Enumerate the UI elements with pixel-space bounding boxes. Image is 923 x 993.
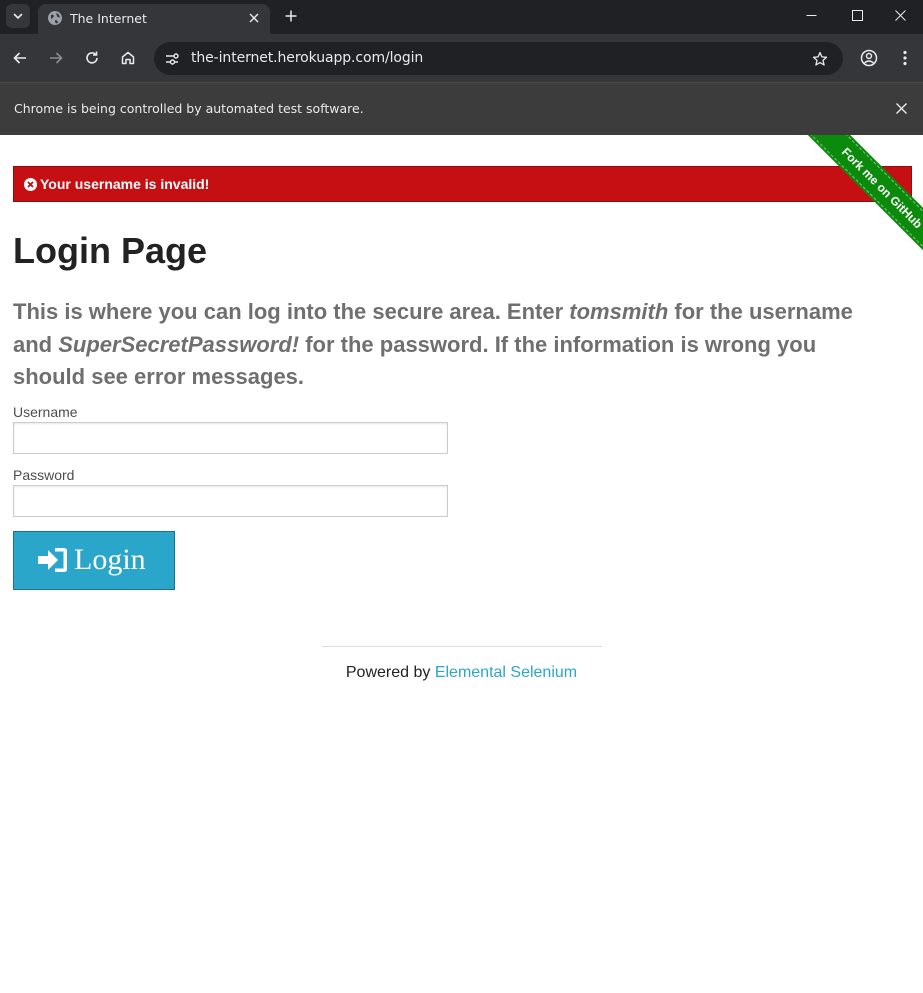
- maximize-button[interactable]: [834, 0, 880, 30]
- error-circle-icon: [24, 178, 37, 191]
- arrow-left-icon: [13, 52, 26, 64]
- close-icon: [895, 102, 907, 114]
- tab-search-button[interactable]: [6, 4, 30, 28]
- login-button-label: Login: [74, 543, 146, 576]
- star-icon: [812, 51, 828, 66]
- bookmark-button[interactable]: [810, 49, 830, 69]
- tune-icon: [166, 53, 179, 65]
- address-bar[interactable]: the-internet.herokuapp.com/login: [154, 42, 843, 75]
- minimize-icon: [806, 14, 816, 16]
- github-ribbon-band[interactable]: Fork me on GitHub: [805, 135, 923, 265]
- close-icon: [894, 9, 906, 21]
- close-window-button[interactable]: [877, 0, 923, 30]
- chevron-down-icon: [13, 13, 23, 20]
- tab-close-button[interactable]: [246, 10, 262, 26]
- back-button[interactable]: [8, 46, 32, 70]
- tab-strip: The Internet: [0, 0, 923, 34]
- flash-error-message: Your username is invalid!: [13, 166, 912, 202]
- profile-button[interactable]: [857, 46, 881, 70]
- subheader-password: SuperSecretPassword!: [58, 331, 300, 357]
- footer-divider: [322, 646, 602, 647]
- forward-button[interactable]: [44, 46, 68, 70]
- home-button[interactable]: [116, 46, 140, 70]
- subheader-text: This is where you can log into the secur…: [13, 299, 570, 324]
- github-ribbon[interactable]: Fork me on GitHub: [793, 135, 923, 265]
- flash-text: Your username is invalid!: [40, 176, 210, 192]
- plus-icon: [285, 10, 297, 22]
- url-text[interactable]: the-internet.herokuapp.com/login: [191, 50, 423, 66]
- page-title: Login Page: [13, 230, 208, 271]
- globe-icon: [48, 11, 62, 25]
- username-input[interactable]: [13, 422, 448, 454]
- elemental-selenium-link[interactable]: Elemental Selenium: [435, 664, 577, 681]
- more-vert-icon: [903, 50, 907, 66]
- ribbon-text[interactable]: Fork me on GitHub: [839, 145, 923, 231]
- new-tab-button[interactable]: [280, 5, 302, 27]
- minimize-button[interactable]: [788, 0, 834, 30]
- reload-button[interactable]: [80, 46, 104, 70]
- tab-title: The Internet: [70, 11, 147, 26]
- page-footer: Powered by Elemental Selenium: [0, 664, 923, 682]
- reload-icon: [86, 51, 98, 64]
- close-icon: [249, 13, 259, 23]
- page-subheader: This is where you can log into the secur…: [13, 296, 893, 394]
- maximize-icon: [851, 9, 863, 21]
- subheader-username: tomsmith: [569, 299, 669, 324]
- infobar-text: Chrome is being controlled by automated …: [14, 101, 364, 116]
- sign-in-icon: [38, 548, 67, 572]
- login-button[interactable]: Login: [13, 531, 175, 590]
- arrow-right-icon: [50, 52, 63, 64]
- browser-tab[interactable]: The Internet: [38, 4, 270, 34]
- menu-button[interactable]: [893, 46, 917, 70]
- site-info-button[interactable]: [162, 49, 182, 69]
- infobar-close-button[interactable]: [893, 100, 909, 116]
- home-icon: [121, 51, 135, 65]
- footer-prefix: Powered by: [345, 664, 435, 681]
- username-label: Username: [13, 404, 78, 420]
- automation-infobar: Chrome is being controlled by automated …: [0, 82, 923, 135]
- account-circle-icon: [860, 49, 878, 67]
- password-input[interactable]: [13, 485, 448, 517]
- password-label: Password: [13, 467, 75, 483]
- browser-toolbar: the-internet.herokuapp.com/login: [0, 34, 923, 82]
